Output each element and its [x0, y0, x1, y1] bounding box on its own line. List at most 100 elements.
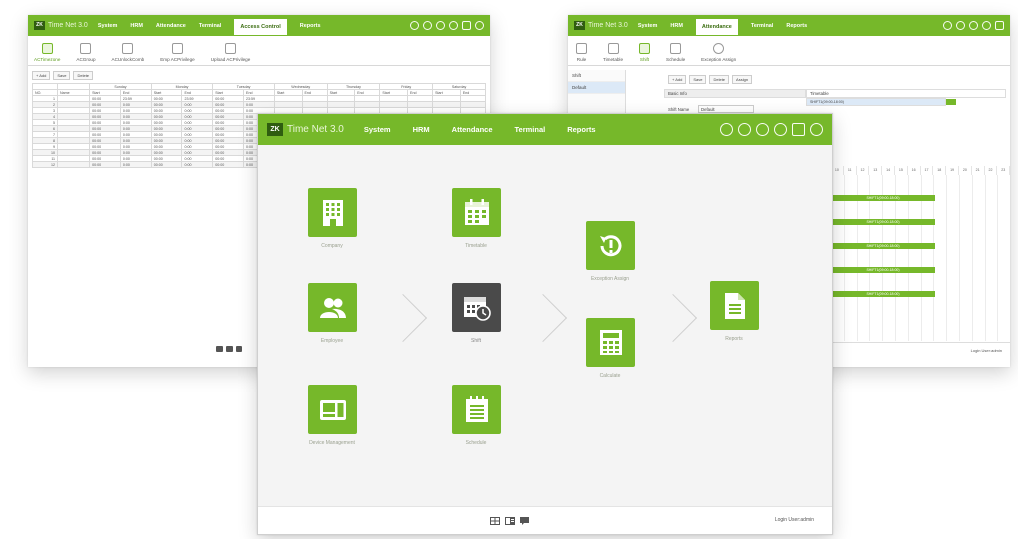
tile-schedule[interactable]: [452, 385, 501, 434]
help-icon[interactable]: [969, 21, 978, 30]
flow-arrow-2: [518, 293, 568, 343]
card-view-icon[interactable]: [226, 346, 233, 352]
grid-view-icon[interactable]: [216, 346, 223, 352]
menu-reports[interactable]: Reports: [567, 125, 595, 134]
gear-icon[interactable]: [738, 123, 751, 136]
cell-start: 00:00: [212, 161, 245, 168]
chat-icon[interactable]: [236, 346, 242, 352]
toolbar-shift[interactable]: Shift: [639, 43, 650, 62]
list-item-default[interactable]: Default: [568, 82, 625, 94]
shift-name-field[interactable]: Default: [698, 105, 754, 113]
menu-terminal[interactable]: Terminal: [515, 125, 546, 134]
tile-company[interactable]: [308, 188, 357, 237]
tile-exception-assign[interactable]: [586, 221, 635, 270]
main-menu: System HRM Attendance Terminal Reports: [638, 16, 820, 35]
gear-icon[interactable]: [423, 21, 432, 30]
maximize-icon[interactable]: [462, 21, 471, 30]
menu-attendance[interactable]: Attendance: [695, 19, 738, 35]
add-button[interactable]: + Add: [668, 75, 687, 84]
shift-bar[interactable]: SHIFT1(09:00-18:00): [831, 267, 935, 273]
toolbar-upload-acprivilege[interactable]: Upload ACPrivilege: [210, 43, 251, 62]
home-icon[interactable]: [943, 21, 952, 30]
hour-label: 23: [997, 166, 1010, 175]
login-status: Login User:admin: [774, 517, 814, 523]
shift-bar[interactable]: SHIFT1(09:00-18:00): [831, 291, 935, 297]
menu-attendance[interactable]: Attendance: [156, 23, 186, 29]
close-icon[interactable]: [810, 123, 823, 136]
help-icon[interactable]: [756, 123, 769, 136]
menu-reports[interactable]: Reports: [300, 23, 321, 29]
minimize-icon[interactable]: [774, 123, 787, 136]
calendar-icon: [464, 199, 489, 225]
building-icon: [322, 199, 343, 226]
add-button[interactable]: + Add: [32, 71, 51, 80]
tile-reports[interactable]: [710, 281, 759, 330]
menu-hrm[interactable]: HRM: [130, 23, 143, 29]
list-header: Shift: [568, 70, 625, 82]
chat-icon[interactable]: [520, 517, 529, 525]
minimize-icon[interactable]: [982, 21, 991, 30]
toolbar-timetable[interactable]: Timetable: [603, 43, 623, 62]
hour-label: 14: [882, 166, 895, 175]
card-view-icon[interactable]: [505, 517, 515, 525]
upload-icon: [224, 43, 236, 54]
menu-access-control[interactable]: Access Control: [234, 19, 287, 35]
timetable-entry[interactable]: SHIFT1(09:00-18:00): [806, 98, 946, 106]
terminal-icon: [319, 399, 346, 420]
help-icon[interactable]: [436, 21, 445, 30]
tile-calculate[interactable]: [586, 318, 635, 367]
toolbar-rule[interactable]: Rule: [576, 43, 587, 62]
toolbar-emp-acprivilege[interactable]: Emp ACPrivilege: [160, 43, 195, 62]
footer-icons: [490, 517, 529, 525]
menu-hrm[interactable]: HRM: [670, 23, 683, 29]
shift-bar[interactable]: SHIFT1(09:00-18:00): [831, 243, 935, 249]
maximize-icon[interactable]: [995, 21, 1004, 30]
footer-divider: [830, 342, 1010, 343]
hour-header: 10 11 12 13 14 15 16 17 18 19 20 21 22 23: [831, 166, 1010, 175]
hour-label: 16: [908, 166, 921, 175]
tile-device-management[interactable]: [308, 385, 357, 434]
toolbar-exception-assign[interactable]: Exception Assign: [701, 43, 736, 62]
toolbar-schedule[interactable]: Schedule: [666, 43, 685, 62]
tile-timetable[interactable]: [452, 188, 501, 237]
menu-attendance[interactable]: Attendance: [452, 125, 493, 134]
toolbar-label: Upload ACPrivilege: [210, 57, 251, 62]
main-window: ZK Time Net 3.0 System HRM Attendance Te…: [257, 113, 833, 535]
close-icon[interactable]: [475, 21, 484, 30]
tile-shift[interactable]: [452, 283, 501, 332]
save-button[interactable]: Save: [689, 75, 707, 84]
assign-button[interactable]: Assign: [732, 75, 753, 84]
save-button[interactable]: Save: [53, 71, 71, 80]
shift-bar[interactable]: SHIFT1(09:00-18:00): [831, 219, 935, 225]
main-menu: System HRM Attendance Terminal Reports: [364, 125, 618, 134]
menu-system[interactable]: System: [638, 23, 658, 29]
home-icon[interactable]: [410, 21, 419, 30]
delete-button[interactable]: Delete: [73, 71, 94, 80]
timetable-icon: [607, 43, 619, 54]
main-menu: System HRM Attendance Terminal Access Co…: [98, 16, 334, 35]
menu-reports[interactable]: Reports: [786, 23, 807, 29]
grid-line: [971, 175, 973, 341]
menu-system[interactable]: System: [364, 125, 391, 134]
tile-employee[interactable]: [308, 283, 357, 332]
toolbar-acunlockcomb[interactable]: ACUnlockComb: [112, 43, 144, 62]
maximize-icon[interactable]: [792, 123, 805, 136]
menu-terminal[interactable]: Terminal: [199, 23, 222, 29]
shift-bar[interactable]: SHIFT1(09:00-18:00): [831, 195, 935, 201]
toolbar-label: Exception Assign: [701, 57, 737, 62]
gear-icon[interactable]: [956, 21, 965, 30]
menu-terminal[interactable]: Terminal: [751, 23, 774, 29]
delete-button[interactable]: Delete: [709, 75, 730, 84]
toolbar-acgroup[interactable]: ACGroup: [76, 43, 96, 62]
refresh-exclaim-icon: [599, 234, 621, 256]
title-bar: ZK Time Net 3.0 System HRM Attendance Te…: [28, 15, 490, 36]
cell-name: [57, 161, 91, 168]
home-icon[interactable]: [720, 123, 733, 136]
grid-view-icon[interactable]: [490, 517, 500, 525]
menu-system[interactable]: System: [98, 23, 118, 29]
menu-hrm[interactable]: HRM: [413, 125, 430, 134]
toolbar-label: Rule: [576, 57, 587, 62]
toolbar-actimezone[interactable]: ACTimezone: [34, 43, 60, 62]
logo-text: Time Net 3.0: [588, 22, 628, 29]
minimize-icon[interactable]: [449, 21, 458, 30]
